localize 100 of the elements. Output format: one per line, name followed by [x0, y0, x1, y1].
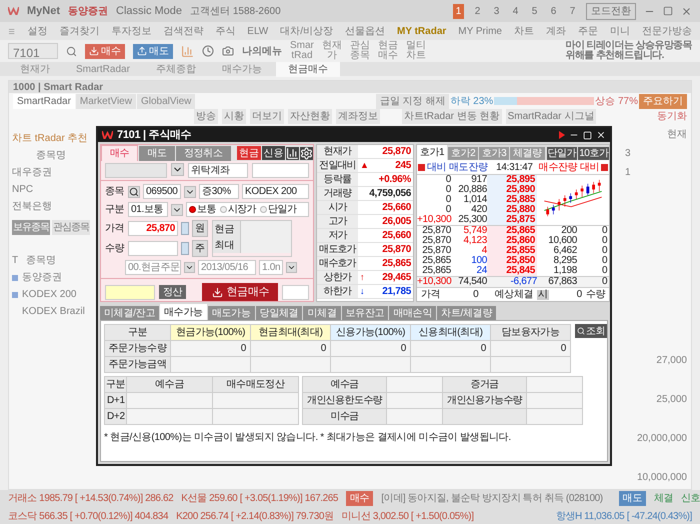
toolbar-button[interactable]: 더보기 [250, 108, 284, 124]
menu-item[interactable]: 전문가방송 [642, 24, 692, 38]
date-field[interactable]: 2013/05/16 [198, 260, 256, 275]
stock-row[interactable]: 전북은행 [12, 199, 90, 214]
shortcut-button[interactable]: 현재 가 [322, 41, 342, 61]
settings-icon[interactable] [300, 147, 313, 160]
shortcut-button[interactable]: Smar tRad [290, 41, 314, 61]
chart-icon[interactable] [286, 147, 299, 160]
screen-tab[interactable]: 현재가 [8, 62, 62, 76]
my-menu-button[interactable]: 나의메뉴 [242, 44, 282, 58]
menu-item[interactable]: ELW [247, 24, 268, 38]
mode-switch-button[interactable]: 모드전환 [586, 2, 636, 20]
dropdown-icon[interactable] [184, 186, 196, 198]
book-button[interactable]: 10호가 [578, 147, 610, 160]
menu-item[interactable]: 대차/비상장 [280, 24, 333, 38]
screen-tab[interactable]: 매수가능 [210, 62, 274, 76]
input-field[interactable] [282, 284, 309, 300]
screen-tab[interactable]: 주체종합 [144, 62, 208, 76]
price-type-radio[interactable]: 보통 [189, 202, 216, 217]
clock-icon[interactable] [202, 45, 214, 57]
menu-item[interactable]: 설정 [27, 24, 48, 38]
menu-item[interactable]: 선물옵션 [345, 24, 385, 38]
sync-button[interactable]: 동기화 [657, 108, 687, 124]
query-button[interactable]: 조회 [575, 324, 608, 338]
menu-item[interactable]: 주문 [578, 24, 598, 38]
dropdown-icon[interactable] [184, 262, 195, 273]
page-button[interactable]: 5 [529, 4, 540, 18]
quantity-field[interactable] [128, 241, 178, 256]
shortcut-button[interactable]: 멀티 차트 [406, 41, 426, 61]
bottom-tab[interactable]: 매매손익 [389, 306, 436, 320]
sell-button[interactable]: 매도 [133, 44, 173, 58]
price-type-radio[interactable]: 단일가 [260, 202, 296, 217]
order-tab[interactable]: 매수 [101, 145, 138, 161]
stock-row[interactable]: 동양증권 [22, 270, 62, 285]
view-tab[interactable]: SmartRadar [13, 94, 75, 108]
book-tab[interactable]: 체결량 [510, 147, 545, 160]
bottom-tab[interactable]: 매수가능 [160, 304, 207, 320]
toolbar-button[interactable]: 계좌정보 [336, 108, 380, 124]
stock-row[interactable]: 대우증권 [12, 165, 90, 180]
stock-row[interactable]: NPC [12, 182, 90, 197]
bottom-tab[interactable]: 당일체결 [256, 306, 302, 320]
news-ticker[interactable]: [이데] 동아지질, 불순탁 방지장치 특허 취득 (028100) [381, 490, 603, 506]
stock-code-field[interactable]: 069500 [143, 184, 181, 199]
bottom-tab[interactable]: 매도가능 [208, 306, 255, 320]
cash-buy-button[interactable]: 현금매수 [202, 283, 278, 301]
order-tab[interactable]: 정정취소 [176, 146, 231, 161]
sell-button[interactable]: 매도 [618, 490, 646, 506]
toolbar-button[interactable]: 방송 [194, 108, 218, 124]
page-button[interactable]: 2 [472, 4, 483, 18]
menu-item[interactable]: 즐겨찾기 [59, 24, 100, 38]
toolbar-button[interactable]: 시황 [222, 108, 246, 124]
order-type-dropdown[interactable]: 01.보통 [128, 202, 168, 217]
dropdown-icon[interactable] [171, 204, 183, 216]
dropdown-icon[interactable] [171, 163, 184, 176]
toolbar-button[interactable]: 자산현황 [288, 108, 332, 124]
page-button[interactable]: 1 [453, 4, 464, 18]
order-kind-dropdown[interactable]: 00.현금주문 [125, 260, 181, 275]
menu-item[interactable]: 계좌 [546, 24, 566, 38]
screen-tab[interactable]: SmartRadar [64, 62, 142, 76]
view-tab[interactable]: MarketView [76, 94, 136, 108]
menu-item[interactable]: 미니 [610, 24, 630, 38]
buy-button[interactable]: 매수 [85, 44, 125, 58]
stock-row[interactable]: KODEX Brazil [22, 304, 85, 319]
search-icon[interactable] [128, 186, 140, 198]
action-button[interactable]: 주요하기 [639, 94, 687, 108]
shortcut-button[interactable]: 현금 매수 [378, 41, 398, 61]
menu-item[interactable]: MY Prime [458, 24, 502, 38]
menu-item[interactable]: 차트 [514, 24, 534, 38]
price-type-radio[interactable]: 시장가 [220, 202, 256, 217]
book-tab[interactable]: 호가3 [479, 147, 510, 160]
buy-button[interactable]: 매수 [346, 490, 374, 506]
mode-toggle[interactable]: 현금 [237, 146, 261, 160]
input-field[interactable] [252, 163, 309, 178]
status-link[interactable]: 신호 [681, 490, 700, 506]
panel-tab[interactable]: 차트tRadar 변동 현황 [402, 108, 502, 124]
ratio-dropdown[interactable]: 1.0n [259, 260, 283, 275]
view-tab[interactable]: GlobalView [136, 94, 196, 108]
page-button[interactable]: 7 [567, 4, 578, 18]
expected-toggle[interactable]: 시 [537, 290, 549, 300]
page-button[interactable]: 3 [491, 4, 502, 18]
expand-icon[interactable] [418, 164, 425, 172]
dropdown-icon[interactable] [286, 262, 297, 273]
expand-icon[interactable] [601, 164, 608, 172]
page-button[interactable]: 6 [548, 4, 559, 18]
input-field[interactable] [105, 284, 155, 300]
mode-toggle[interactable]: 신용 [262, 146, 285, 160]
menu-item[interactable]: 주식 [215, 24, 236, 38]
camera-icon[interactable] [222, 45, 234, 57]
bottom-tab[interactable]: 차트/체결량 [437, 306, 496, 320]
stock-row[interactable]: KODEX 200 [22, 287, 76, 302]
screen-tab[interactable]: 현금매수 [276, 62, 340, 76]
list-tab[interactable]: 관심종목 [52, 220, 90, 235]
price-field[interactable]: 25,870 [128, 221, 178, 236]
bottom-tab[interactable]: 미체결/잔고 [100, 306, 159, 320]
status-link[interactable]: 체결 [654, 490, 674, 506]
page-button[interactable]: 4 [510, 4, 521, 18]
list-tab[interactable]: 보유종목 [12, 220, 50, 235]
book-button[interactable]: 단일가 [546, 147, 578, 160]
bottom-tab[interactable]: 보유잔고 [342, 306, 388, 320]
book-tab[interactable]: 호가2 [448, 147, 478, 160]
